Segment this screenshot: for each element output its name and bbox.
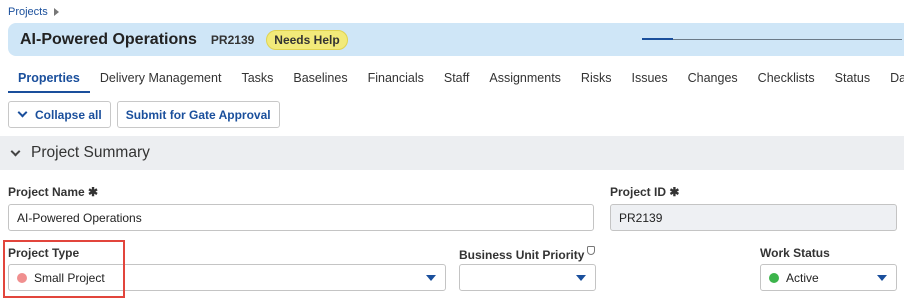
dropdown-arrow-icon	[426, 275, 436, 281]
chevron-down-icon	[17, 107, 28, 118]
project-id-value: PR2139	[619, 210, 663, 225]
collapse-all-label: Collapse all	[35, 107, 102, 122]
work-status-select[interactable]: Active	[760, 264, 897, 291]
tab-status[interactable]: Status	[825, 66, 880, 93]
chevron-down-icon	[10, 146, 21, 156]
tab-risks[interactable]: Risks	[571, 66, 622, 93]
tab-financials[interactable]: Financials	[358, 66, 434, 93]
shield-icon	[587, 246, 596, 255]
breadcrumb: Projects	[8, 6, 59, 18]
project-name-label: Project Name ✱	[8, 185, 99, 199]
business-unit-priority-label-text: Business Unit Priority	[459, 248, 585, 262]
submit-gate-approval-label: Submit for Gate Approval	[125, 107, 271, 122]
work-status-value: Active	[786, 270, 819, 285]
tab-changes[interactable]: Changes	[678, 66, 748, 93]
tab-checklists[interactable]: Checklists	[748, 66, 825, 93]
dropdown-arrow-icon	[877, 275, 887, 281]
toolbar: Collapse all Submit for Gate Approval	[8, 101, 280, 128]
submit-gate-approval-button[interactable]: Submit for Gate Approval	[116, 101, 280, 128]
page-title: AI-Powered Operations	[20, 30, 197, 48]
progress-bar	[642, 38, 902, 40]
tab-baselines[interactable]: Baselines	[283, 66, 357, 93]
tab-delivery-management[interactable]: Delivery Management	[90, 66, 232, 93]
tab-tasks[interactable]: Tasks	[231, 66, 283, 93]
tab-properties[interactable]: Properties	[8, 66, 90, 93]
status-dot-icon	[769, 272, 779, 283]
project-id-field: PR2139	[610, 204, 897, 231]
header-project-id: PR2139	[210, 32, 255, 47]
status-badge: Needs Help	[266, 29, 348, 50]
breadcrumb-projects-link[interactable]: Projects	[8, 6, 48, 18]
caret-right-icon	[53, 8, 59, 16]
work-status-label: Work Status	[760, 246, 830, 260]
section-header-project-summary[interactable]: Project Summary	[0, 136, 904, 170]
tab-assignments[interactable]: Assignments	[479, 66, 571, 93]
tab-bar: Properties Delivery Management Tasks Baseli…	[8, 66, 904, 93]
progress-fill	[642, 38, 674, 40]
project-name-input[interactable]: AI-Powered Operations	[8, 204, 594, 231]
project-header: AI-Powered Operations PR2139 Needs Help	[8, 23, 904, 56]
tab-staff[interactable]: Staff	[434, 66, 479, 93]
dropdown-arrow-icon	[576, 275, 586, 281]
collapse-all-button[interactable]: Collapse all	[8, 101, 111, 128]
highlight-box	[3, 240, 125, 298]
business-unit-priority-label: Business Unit Priority	[459, 246, 596, 262]
section-title: Project Summary	[31, 144, 150, 161]
tab-das[interactable]: Das	[880, 66, 904, 93]
project-name-value: AI-Powered Operations	[17, 210, 142, 225]
project-id-label: Project ID ✱	[610, 185, 680, 199]
tab-issues[interactable]: Issues	[621, 66, 677, 93]
business-unit-priority-select[interactable]	[459, 264, 596, 291]
